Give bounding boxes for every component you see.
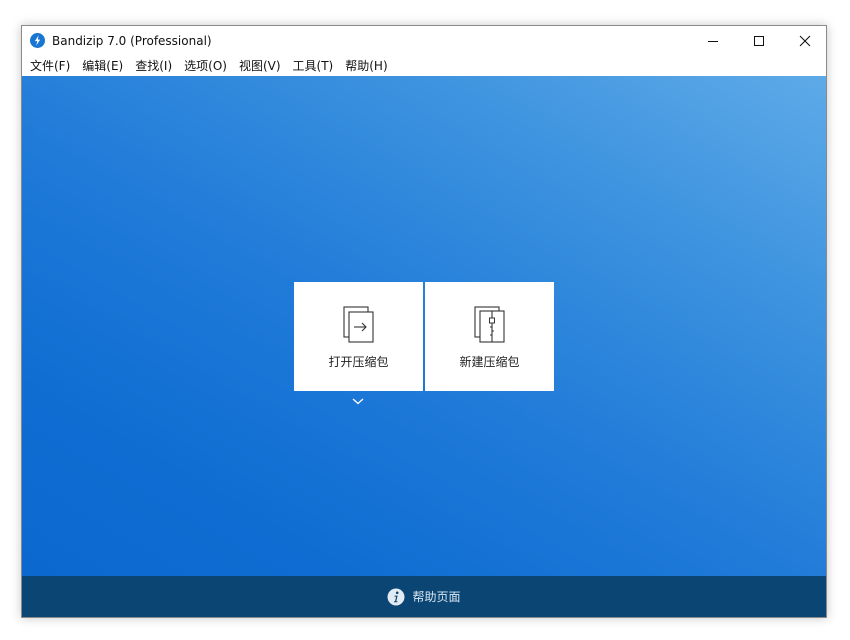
menu-tools[interactable]: 工具(T) [287, 57, 340, 75]
minimize-icon [708, 41, 718, 42]
menu-find[interactable]: 查找(I) [129, 57, 178, 75]
new-archive-button[interactable]: 新建压缩包 [425, 282, 554, 391]
maximize-icon [754, 36, 764, 46]
help-page-label: 帮助页面 [412, 589, 461, 604]
help-page-link[interactable]: 帮助页面 [22, 576, 826, 617]
menu-help[interactable]: 帮助(H) [339, 57, 393, 75]
menu-view[interactable]: 视图(V) [233, 57, 287, 75]
window-title: Bandizip 7.0 (Professional) [52, 34, 212, 48]
maximize-button[interactable] [736, 26, 782, 56]
close-button[interactable] [782, 26, 826, 56]
menu-bar: 文件(F) 编辑(E) 查找(I) 选项(O) 视图(V) 工具(T) 帮助(H… [22, 56, 826, 76]
open-archive-button[interactable]: 打开压缩包 [294, 282, 423, 391]
title-bar[interactable]: Bandizip 7.0 (Professional) [22, 26, 826, 56]
main-panel: 打开压缩包 新建压缩包 [22, 76, 826, 576]
new-archive-icon [473, 306, 505, 343]
menu-file[interactable]: 文件(F) [24, 57, 76, 75]
open-archive-label: 打开压缩包 [328, 355, 389, 369]
close-icon [799, 35, 811, 47]
info-icon [387, 588, 405, 605]
chevron-down-icon[interactable] [351, 396, 365, 406]
menu-options[interactable]: 选项(O) [178, 57, 233, 75]
bandizip-logo-icon [30, 33, 45, 48]
new-archive-label: 新建压缩包 [459, 355, 520, 369]
app-window: Bandizip 7.0 (Professional) 文件(F) 编辑(E) … [21, 25, 827, 618]
menu-edit[interactable]: 编辑(E) [76, 57, 129, 75]
open-archive-icon [342, 306, 374, 343]
minimize-button[interactable] [690, 26, 736, 56]
